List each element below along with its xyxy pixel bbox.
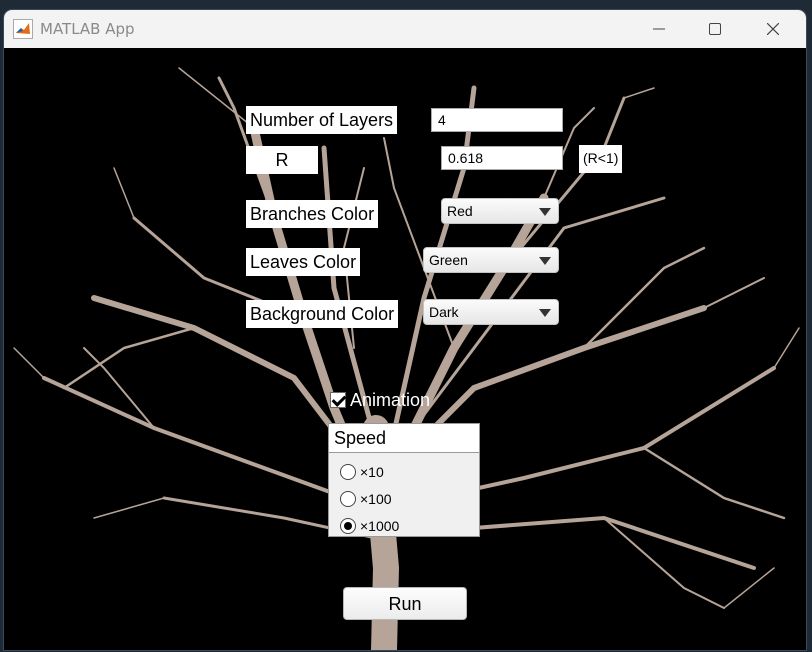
maximize-icon	[709, 23, 721, 35]
r-input[interactable]	[441, 146, 563, 170]
checkbox-icon[interactable]	[330, 392, 346, 408]
tree-image	[13, 67, 800, 650]
animation-label: Animation	[350, 389, 431, 410]
background-color-value: Dark	[429, 304, 459, 320]
close-icon	[767, 23, 779, 35]
chevron-down-icon	[539, 257, 551, 265]
r-label: R	[246, 146, 318, 174]
minimize-button[interactable]	[630, 10, 688, 48]
number-of-layers-input[interactable]	[431, 108, 563, 132]
radio-selected-icon[interactable]	[340, 518, 356, 534]
chevron-down-icon	[539, 309, 551, 317]
window-title: MATLAB App	[40, 20, 135, 38]
radio-icon[interactable]	[340, 464, 356, 480]
speed-option-label: ×10	[360, 464, 384, 480]
maximize-button[interactable]	[686, 10, 744, 48]
chevron-down-icon	[539, 208, 551, 216]
speed-option-label: ×100	[360, 491, 392, 507]
leaves-color-label: Leaves Color	[246, 248, 361, 276]
r-hint-label: (R<1)	[579, 145, 623, 173]
app-window: MATLAB App Number of Layers 4 R 0.618 (R…	[4, 10, 806, 650]
app-canvas: Number of Layers R (R<1) Branches Color …	[4, 48, 806, 650]
animation-checkbox[interactable]: Animation	[330, 389, 430, 411]
branches-color-label: Branches Color	[246, 200, 379, 228]
speed-option-x1000[interactable]: ×1000	[340, 515, 399, 537]
number-of-layers-label: Number of Layers	[246, 106, 398, 134]
matlab-logo-icon	[13, 19, 33, 39]
speed-option-x100[interactable]: ×100	[340, 488, 392, 510]
leaves-color-value: Green	[429, 252, 468, 268]
background-color-label: Background Color	[246, 300, 399, 328]
speed-option-label: ×1000	[360, 518, 400, 534]
minimize-icon	[653, 28, 665, 30]
speed-panel-title: Speed	[329, 424, 479, 453]
branches-color-dropdown[interactable]: Red	[441, 198, 559, 224]
title-bar[interactable]: MATLAB App	[4, 10, 806, 49]
radio-icon[interactable]	[340, 491, 356, 507]
speed-panel: Speed ×10 ×100 ×1000	[328, 423, 480, 537]
speed-option-x10[interactable]: ×10	[340, 461, 384, 483]
run-button[interactable]: Run	[343, 587, 467, 620]
leaves-color-dropdown[interactable]: Green	[423, 247, 559, 273]
background-color-dropdown[interactable]: Dark	[423, 299, 559, 325]
branches-color-value: Red	[447, 203, 473, 219]
close-button[interactable]	[744, 10, 802, 48]
